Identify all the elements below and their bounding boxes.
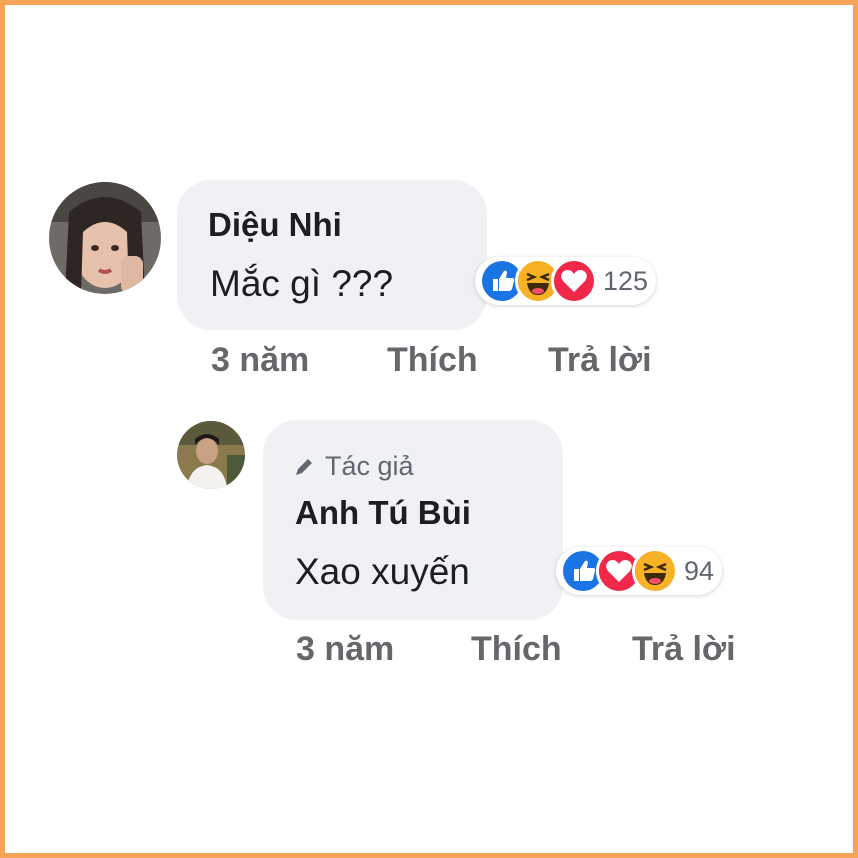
reply-reply-link[interactable]: Trả lời: [632, 630, 736, 669]
comment-text: Mắc gì ???: [210, 263, 394, 304]
haha-icon: [632, 548, 678, 594]
comment-author-name[interactable]: Diệu Nhi: [208, 206, 342, 244]
image-frame: Diệu Nhi Mắc gì ??? 125 3 năm Thích Trả …: [0, 0, 858, 858]
avatar-photo: [177, 421, 245, 489]
avatar-photo: [49, 182, 161, 294]
reaction-count: 94: [684, 555, 715, 586]
reply-like-link[interactable]: Thích: [471, 630, 562, 669]
comment-reactions[interactable]: 125: [475, 257, 657, 305]
reaction-count: 125: [603, 265, 649, 296]
comment-bubble: [177, 180, 487, 330]
reply-author-name[interactable]: Anh Tú Bùi: [295, 494, 471, 532]
reply-text: Xao xuyến: [295, 551, 470, 592]
reply-reactions[interactable]: 94: [556, 547, 723, 595]
reply-avatar[interactable]: [177, 421, 245, 489]
comment-timestamp[interactable]: 3 năm: [211, 341, 309, 380]
comment-reply-link[interactable]: Trả lời: [548, 341, 652, 380]
author-badge-label: Tác giả: [325, 451, 414, 481]
comment-like-link[interactable]: Thích: [387, 341, 478, 380]
pencil-icon: [296, 458, 312, 475]
love-icon: [551, 258, 597, 304]
reply-timestamp[interactable]: 3 năm: [296, 630, 394, 669]
author-badge: Tác giả: [293, 451, 414, 482]
avatar[interactable]: [49, 182, 161, 294]
